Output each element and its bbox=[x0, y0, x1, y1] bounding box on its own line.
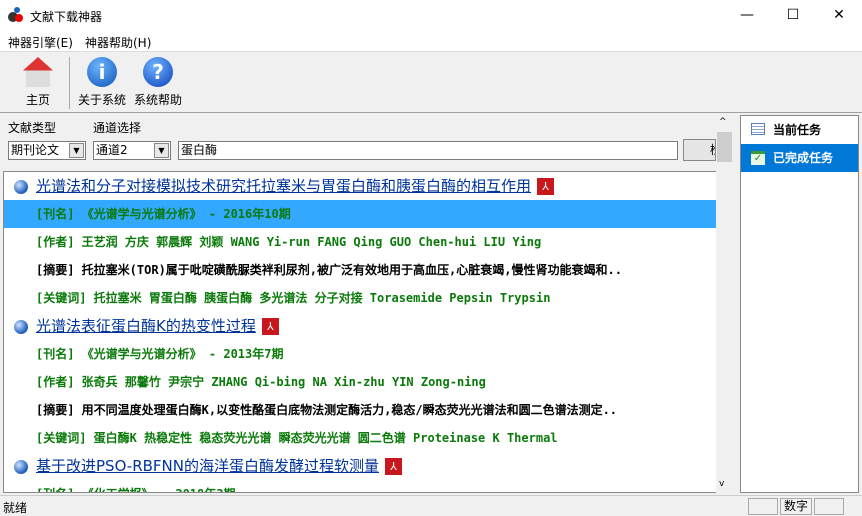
bullet-icon bbox=[14, 180, 28, 194]
type-label: 文献类型 bbox=[8, 121, 57, 135]
scroll-thumb[interactable] bbox=[717, 132, 732, 162]
scroll-up-icon[interactable]: ^ bbox=[719, 117, 727, 127]
pdf-icon[interactable]: ⅄ bbox=[385, 458, 402, 475]
result-authors-text: [作者] 王艺润 方庆 郭晨辉 刘颖 WANG Yi-run FANG Qing… bbox=[36, 235, 542, 249]
scroll-down-icon[interactable]: v bbox=[719, 479, 724, 489]
status-pane bbox=[814, 498, 844, 515]
help-label: 系统帮助 bbox=[133, 93, 182, 107]
status-text: 就绪 bbox=[3, 501, 28, 515]
result-abstract: [摘要] 托拉塞米(TOR)属于吡啶磺酰脲类袢利尿剂,被广泛有效地用于高血压,心… bbox=[4, 256, 716, 284]
status-pane bbox=[748, 498, 778, 515]
search-input[interactable]: 蛋白酶 bbox=[178, 141, 678, 160]
pdf-icon[interactable]: ⅄ bbox=[261, 318, 279, 335]
task-panel: 当前任务 ✓ 已完成任务 bbox=[740, 115, 859, 493]
result-keywords: [关键词] 托拉塞米 胃蛋白酶 胰蛋白酶 多光谱法 分子对接 Torasemid… bbox=[4, 284, 716, 312]
status-bar: 就绪 数字 bbox=[0, 495, 862, 516]
chevron-down-icon: ▼ bbox=[154, 143, 169, 158]
maximize-button[interactable]: ☐ bbox=[770, 0, 816, 30]
result-authors-text: [作者] 张奇兵 那馨竹 尹宗宁 ZHANG Qi-bing NA Xin-zh… bbox=[36, 375, 486, 389]
result-title-link[interactable]: 基于改进PSO-RBFNN的海洋蛋白酶发酵过程软测量 ⅄ bbox=[4, 452, 716, 480]
bullet-icon bbox=[14, 320, 28, 334]
result-journal: [刊名] 《光谱学与光谱分析》 - 2016年10期 bbox=[4, 200, 716, 228]
home-button[interactable]: 主页 bbox=[14, 57, 62, 108]
channel-value: 通道2 bbox=[96, 143, 128, 157]
bullet-icon bbox=[14, 460, 28, 474]
result-abstract-text: [摘要] 用不同温度处理蛋白酶K,以变性酪蛋白底物法测定酶活力,稳态/瞬态荧光光… bbox=[36, 403, 618, 417]
result-keywords: [关键词] 蛋白酶K 热稳定性 稳态荧光光谱 瞬态荧光光谱 圆二色谱 Prote… bbox=[4, 424, 716, 452]
search-button[interactable]: 检索 bbox=[683, 139, 716, 161]
result-keywords-text: [关键词] 托拉塞米 胃蛋白酶 胰蛋白酶 多光谱法 分子对接 Torasemid… bbox=[36, 291, 551, 305]
result-authors: [作者] 王艺润 方庆 郭晨辉 刘颖 WANG Yi-run FANG Qing… bbox=[4, 228, 716, 256]
result-title-link-text[interactable]: 基于改进PSO-RBFNN的海洋蛋白酶发酵过程软测量 bbox=[36, 457, 379, 475]
list-icon bbox=[751, 123, 765, 135]
task-completed-label: 已完成任务 bbox=[773, 151, 834, 165]
num-lock-indicator: 数字 bbox=[780, 498, 812, 515]
window-title: 文献下载神器 bbox=[30, 10, 103, 24]
vertical-scrollbar[interactable]: ^ v bbox=[716, 115, 733, 493]
help-button[interactable]: ? 系统帮助 bbox=[132, 57, 184, 108]
result-journal-text: [刊名] 《化工学报》 - 2018年3期 bbox=[36, 487, 235, 492]
chevron-down-icon: ▼ bbox=[69, 143, 84, 158]
channel-select[interactable]: 通道2 ▼ bbox=[93, 141, 171, 160]
result-abstract-text: [摘要] 托拉塞米(TOR)属于吡啶磺酰脲类袢利尿剂,被广泛有效地用于高血压,心… bbox=[36, 263, 622, 277]
home-label: 主页 bbox=[25, 93, 50, 107]
minimize-button[interactable]: — bbox=[724, 0, 770, 30]
result-title-link[interactable]: 光谱法表征蛋白酶K的热变性过程 ⅄ bbox=[4, 312, 716, 340]
task-current[interactable]: 当前任务 bbox=[741, 116, 858, 144]
app-icon bbox=[8, 7, 24, 23]
about-button[interactable]: i 关于系统 bbox=[76, 57, 128, 108]
toolbar: 主页 i 关于系统 ? 系统帮助 bbox=[0, 53, 862, 113]
result-title-link[interactable]: 光谱法和分子对接模拟技术研究托拉塞米与胃蛋白酶和胰蛋白酶的相互作用 ⅄ bbox=[4, 172, 716, 200]
menu-engine[interactable]: 神器引擎(E) bbox=[8, 34, 73, 51]
result-keywords-text: [关键词] 蛋白酶K 热稳定性 稳态荧光光谱 瞬态荧光光谱 圆二色谱 Prote… bbox=[36, 431, 558, 445]
about-label: 关于系统 bbox=[77, 93, 126, 107]
result-title-link-text[interactable]: 光谱法表征蛋白酶K的热变性过程 bbox=[36, 317, 256, 335]
home-icon bbox=[23, 57, 53, 87]
result-journal: [刊名] 《光谱学与光谱分析》 - 2013年7期 bbox=[4, 340, 716, 368]
title-bar: 文献下载神器 — ☐ ✕ bbox=[0, 0, 862, 30]
calendar-check-icon: ✓ bbox=[751, 151, 765, 165]
type-select[interactable]: 期刊论文 ▼ bbox=[8, 141, 86, 160]
info-icon: i bbox=[87, 57, 117, 87]
result-journal-text: [刊名] 《光谱学与光谱分析》 - 2016年10期 bbox=[36, 207, 291, 221]
close-button[interactable]: ✕ bbox=[816, 0, 862, 30]
help-icon: ? bbox=[143, 57, 173, 87]
channel-label: 通道选择 bbox=[93, 121, 142, 135]
result-authors: [作者] 张奇兵 那馨竹 尹宗宁 ZHANG Qi-bing NA Xin-zh… bbox=[4, 368, 716, 396]
type-value: 期刊论文 bbox=[11, 143, 60, 157]
task-completed[interactable]: ✓ 已完成任务 bbox=[741, 144, 858, 172]
task-current-label: 当前任务 bbox=[773, 123, 822, 137]
result-journal-text: [刊名] 《光谱学与光谱分析》 - 2013年7期 bbox=[36, 347, 284, 361]
menu-help[interactable]: 神器帮助(H) bbox=[85, 34, 151, 51]
toolbar-divider bbox=[69, 57, 70, 109]
menu-bar: 神器引擎(E) 神器帮助(H) bbox=[0, 30, 862, 52]
result-journal: [刊名] 《化工学报》 - 2018年3期 bbox=[4, 480, 716, 492]
results-list: 光谱法和分子对接模拟技术研究托拉塞米与胃蛋白酶和胰蛋白酶的相互作用 ⅄ [刊名] 《… bbox=[3, 171, 716, 493]
pdf-icon[interactable]: ⅄ bbox=[537, 178, 555, 195]
result-title-link-text[interactable]: 光谱法和分子对接模拟技术研究托拉塞米与胃蛋白酶和胰蛋白酶的相互作用 bbox=[36, 177, 531, 195]
result-abstract: [摘要] 用不同温度处理蛋白酶K,以变性酪蛋白底物法测定酶活力,稳态/瞬态荧光光… bbox=[4, 396, 716, 424]
